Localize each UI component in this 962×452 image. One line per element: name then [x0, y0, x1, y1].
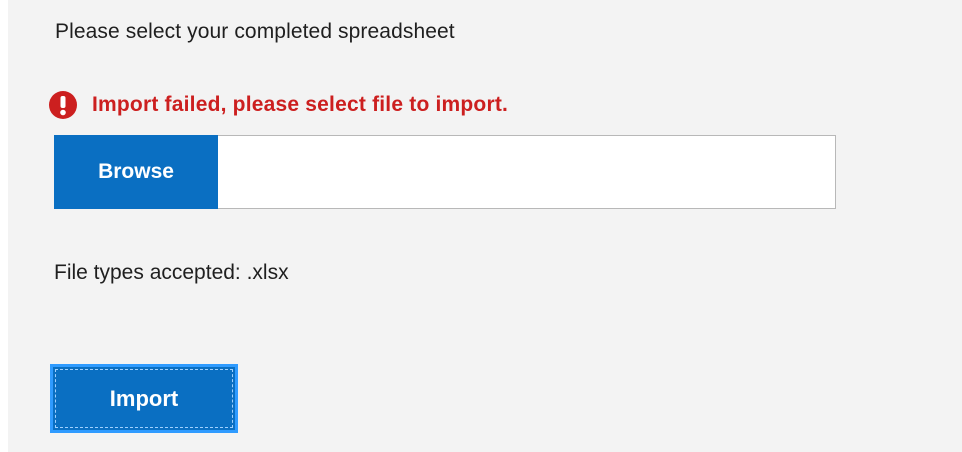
file-types-accepted: File types accepted: .xlsx [54, 261, 289, 284]
browse-button[interactable]: Browse [54, 135, 218, 209]
error-message: Import failed, please select file to imp… [92, 93, 509, 116]
file-picker: Browse [54, 135, 836, 209]
error-message-row: Import failed, please select file to imp… [48, 88, 508, 122]
file-name-field[interactable] [218, 136, 835, 208]
instruction-text: Please select your completed spreadsheet [55, 20, 455, 43]
import-panel: Please select your completed spreadsheet… [8, 0, 962, 452]
import-button[interactable]: Import [50, 364, 238, 433]
error-exclamation-icon [49, 91, 77, 119]
